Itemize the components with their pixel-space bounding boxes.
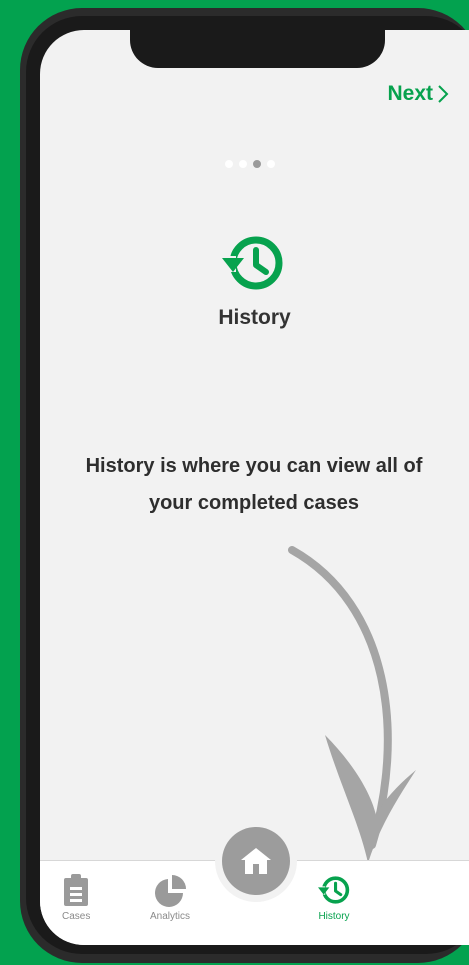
feature-title: History — [218, 306, 291, 329]
clipboard-icon — [64, 874, 89, 906]
history-icon — [317, 876, 350, 904]
home-button[interactable] — [222, 827, 290, 895]
tab-analytics[interactable]: Analytics — [150, 873, 190, 922]
home-icon — [241, 848, 271, 874]
tab-history[interactable]: History — [316, 873, 352, 922]
next-label: Next — [387, 82, 433, 105]
chevron-right-icon — [438, 85, 449, 103]
next-button[interactable]: Next — [387, 82, 449, 106]
feature-description: History is where you can view all of you… — [85, 455, 423, 514]
page-dot[interactable] — [239, 160, 247, 168]
page-dot-active[interactable] — [253, 160, 261, 168]
app-screen: Next History History is where you can vi… — [40, 30, 469, 945]
page-dot[interactable] — [225, 160, 233, 168]
arrow-down-icon — [288, 546, 416, 863]
home-button-wrapper — [215, 820, 297, 902]
history-icon — [220, 236, 283, 290]
tab-label: Analytics — [150, 911, 191, 922]
phone-notch — [130, 30, 385, 68]
tab-label: Cases — [62, 911, 91, 922]
tab-label: History — [318, 911, 350, 922]
tab-cases[interactable]: Cases — [62, 873, 90, 922]
pie-chart-icon — [155, 875, 186, 907]
page-indicator — [225, 160, 275, 168]
page-dot[interactable] — [267, 160, 275, 168]
